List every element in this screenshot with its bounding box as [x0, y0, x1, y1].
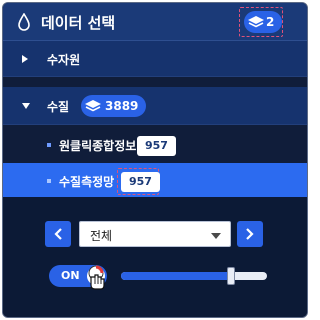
triangle-down-icon — [211, 233, 221, 239]
tree-subitem-measurement-network[interactable]: 수질측정망 957 — [3, 163, 307, 199]
water-drop-icon — [18, 13, 30, 31]
water-quality-count[interactable]: 3889 — [81, 95, 147, 117]
caret-right-icon — [22, 55, 28, 63]
next-button[interactable] — [237, 221, 263, 247]
tree-subitem-label: 원클릭종합정보 — [59, 139, 137, 153]
layers-icon — [248, 16, 264, 28]
layers-icon — [85, 100, 101, 112]
opacity-slider-thumb[interactable] — [227, 267, 235, 285]
selected-layer-count-highlight: 2 — [239, 7, 283, 37]
count-badge: 957 — [137, 136, 176, 156]
opacity-slider[interactable] — [121, 267, 267, 285]
panel-header: 데이터 선택 2 — [3, 3, 307, 41]
toggle-label: ON — [61, 269, 80, 282]
caret-down-icon — [22, 103, 30, 109]
selected-layer-count-value: 2 — [266, 15, 275, 29]
prev-button[interactable] — [45, 221, 71, 247]
layer-options-area: 전체 — [3, 197, 307, 317]
tree-subitem-label: 수질측정망 — [59, 175, 115, 189]
panel-title: 데이터 선택 — [41, 14, 116, 32]
tree-subitem-oneclick-info[interactable]: 원클릭종합정보 957 — [3, 127, 307, 163]
hand-pointer-icon — [88, 265, 105, 290]
category-select-value: 전체 — [90, 229, 113, 243]
list-bullet — [47, 179, 51, 183]
category-select[interactable]: 전체 — [79, 221, 231, 247]
chevron-left-icon — [54, 228, 62, 240]
water-quality-count-value: 3889 — [105, 99, 139, 113]
count-badge: 957 — [121, 172, 160, 192]
tree-item-water-quality[interactable]: 수질 3889 — [3, 87, 307, 125]
list-bullet — [47, 143, 51, 147]
opacity-slider-fill — [121, 272, 231, 280]
selected-layer-count[interactable]: 2 — [244, 11, 283, 33]
tree-item-label: 수자원 — [47, 53, 81, 67]
tree-item-water-resources[interactable]: 수자원 — [3, 41, 307, 77]
data-selection-panel: 데이터 선택 2 수자원 수질 3889 원클릭종합정보 957 수질측정망 9… — [2, 2, 308, 318]
tree-item-label: 수질 — [47, 100, 70, 114]
chevron-right-icon — [246, 228, 254, 240]
